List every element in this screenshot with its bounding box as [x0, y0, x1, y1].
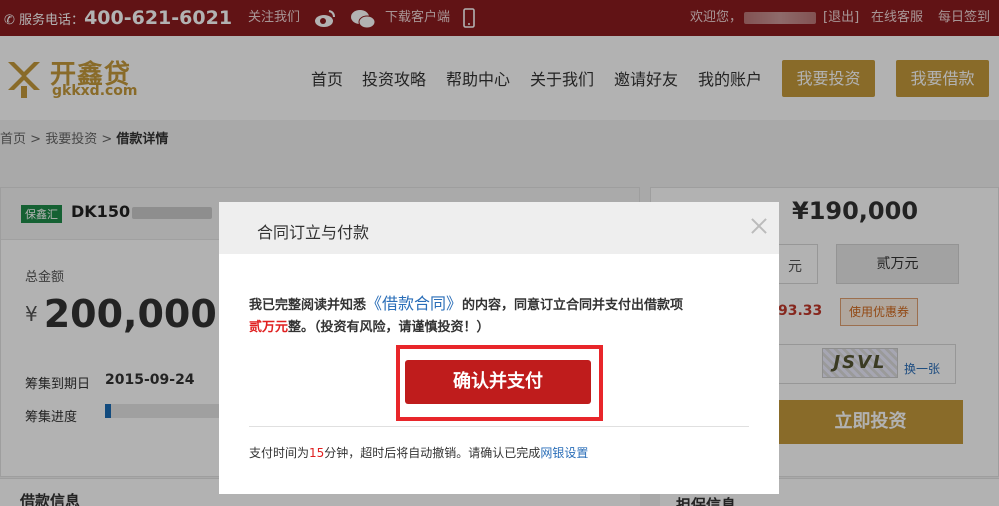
agreement-suffix: 的内容，同意订立合同并支付出借款项	[462, 298, 684, 313]
contract-payment-dialog: 合同订立与付款 我已完整阅读并知悉《借款合同》的内容，同意订立合同并支付出借款项…	[219, 202, 779, 494]
footnote-middle: 分钟，超时后将自动撤销。请确认已完成	[324, 446, 541, 460]
payment-amount: 贰万元	[249, 320, 289, 335]
footnote-prefix: 支付时间为	[249, 446, 310, 460]
payment-footnote: 支付时间为15分钟，超时后将自动撤销。请确认已完成网银设置	[249, 444, 588, 461]
footnote-minutes: 15	[309, 446, 325, 460]
bank-settings-link[interactable]: 网银设置	[540, 446, 588, 460]
dialog-divider	[249, 426, 749, 427]
dialog-header: 合同订立与付款	[219, 202, 779, 254]
agreement-prefix: 我已完整阅读并知悉	[249, 298, 367, 313]
close-icon[interactable]	[749, 216, 769, 236]
risk-warning: 整。（投资有风险，请谨慎投资！）	[288, 320, 490, 335]
dialog-title: 合同订立与付款	[257, 223, 370, 242]
agreement-text: 我已完整阅读并知悉《借款合同》的内容，同意订立合同并支付出借款项	[249, 290, 683, 314]
agreement-amount-line: 贰万元整。（投资有风险，请谨慎投资！）	[249, 316, 490, 335]
contract-link[interactable]: 《借款合同》	[366, 294, 462, 313]
confirm-pay-button[interactable]: 确认并支付	[405, 360, 591, 404]
